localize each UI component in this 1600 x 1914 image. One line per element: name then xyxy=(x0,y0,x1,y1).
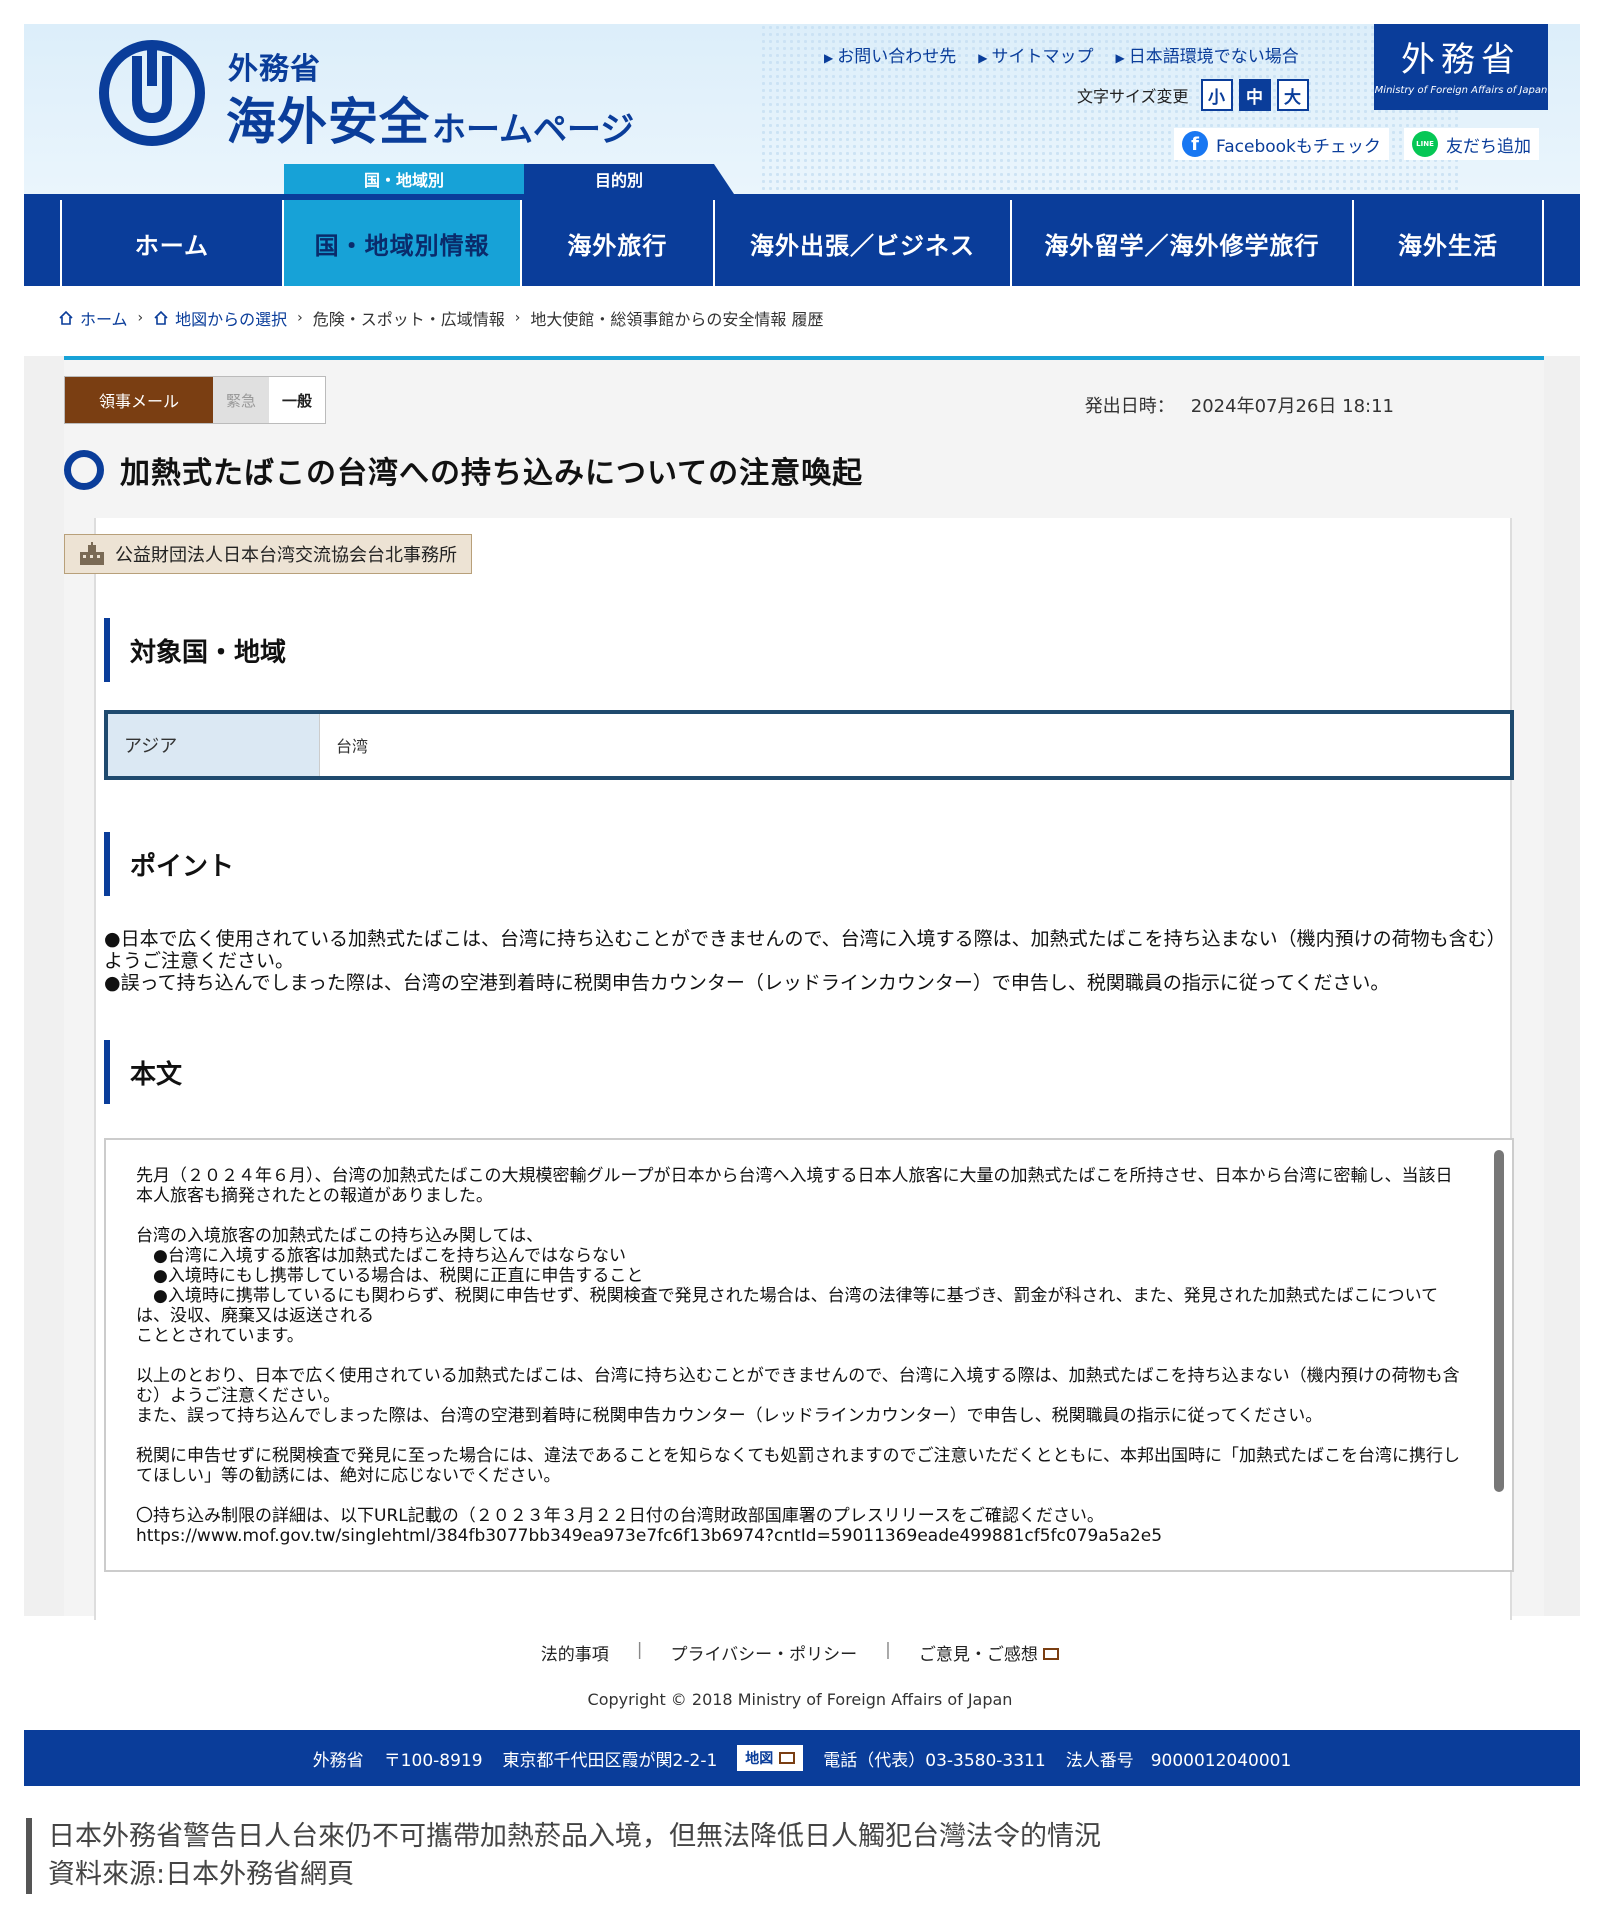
breadcrumb: ホーム › 地図からの選択 › 危険・スポット・広域情報 › 地大使館・総領事館… xyxy=(58,306,823,330)
breadcrumb-map-select[interactable]: 地図からの選択 xyxy=(153,306,287,330)
issued-value: 2024年07月26日 18:11 xyxy=(1190,396,1394,417)
nav-item-study-abroad[interactable]: 海外留学／海外修学旅行 xyxy=(1010,200,1351,286)
font-size-large-button[interactable]: 大 xyxy=(1276,79,1309,111)
address-street: 東京都千代田区霞が関2-2-1 xyxy=(502,1750,718,1771)
nav-item-home[interactable]: ホーム xyxy=(59,200,282,286)
site-logo-icon[interactable] xyxy=(97,38,207,148)
point-item: ●日本で広く使用されている加熱式たばこは、台湾に持ち込むことができませんので、台… xyxy=(104,928,1497,972)
mofa-logo[interactable]: 外務省 Ministry of Foreign Affairs of Japan xyxy=(1374,24,1548,110)
breadcrumb-current: 地大使館・総領事館からの安全情報 履歴 xyxy=(530,310,824,329)
map-button-label: 地図 xyxy=(745,1751,774,1767)
region-key: アジア xyxy=(108,714,320,776)
breadcrumb-danger-info[interactable]: 危険・スポット・広域情報 xyxy=(313,306,505,330)
main-nav: ホーム 国・地域別情報 海外旅行 海外出張／ビジネス 海外留学／海外修学旅行 海… xyxy=(24,194,1580,286)
facebook-icon: f xyxy=(1182,131,1208,157)
footer-separator: | xyxy=(636,1640,643,1660)
body-scrollbar[interactable] xyxy=(1494,1150,1504,1492)
breadcrumb-home-label: ホーム xyxy=(80,310,128,329)
section-heading-points: ポイント xyxy=(104,832,234,896)
body-text: 先月（２０２４年６月）、台湾の加熱式たばこの大規模密輸グループが日本から台湾へ入… xyxy=(136,1166,1460,1546)
logo-title[interactable]: 海外安全 xyxy=(226,82,430,154)
caption-line-1: 日本外務省警告日人台來仍不可攜帶加熱菸品入境，但無法降低日人觸犯台灣法令的情況 xyxy=(48,1821,1101,1852)
mofa-logo-english: Ministry of Foreign Affairs of Japan xyxy=(1374,85,1548,96)
font-size-label: 文字サイズ変更 xyxy=(1077,87,1189,106)
nav-spacer-left xyxy=(24,200,60,286)
body-text-box[interactable]: 先月（２０２４年６月）、台湾の加熱式たばこの大規模密輸グループが日本から台湾へ入… xyxy=(104,1138,1514,1572)
building-icon xyxy=(80,542,104,565)
address-org: 外務省 xyxy=(312,1750,364,1771)
category-tab-purpose[interactable]: 目的別 xyxy=(524,164,734,194)
points-list: ●日本で広く使用されている加熱式たばこは、台湾に持ち込むことができませんので、台… xyxy=(104,928,1504,994)
ring-bullet-icon xyxy=(64,450,104,490)
chevron-right-icon: ▶ xyxy=(824,51,834,65)
section-heading-region: 対象国・地域 xyxy=(104,618,286,682)
facebook-link[interactable]: f Facebookもチェック xyxy=(1174,128,1389,160)
contact-link-label: お問い合わせ先 xyxy=(837,47,957,67)
non-japanese-env-link[interactable]: ▶ 日本語環境でない場合 xyxy=(1115,42,1298,67)
line-label: 友だち追加 xyxy=(1446,136,1531,157)
footer-feedback-label: ご意見・ご感想 xyxy=(918,1645,1038,1665)
logo-subtitle: ホームページ xyxy=(432,110,635,150)
copyright: Copyright © 2018 Ministry of Foreign Aff… xyxy=(587,1690,1013,1709)
section-heading-body: 本文 xyxy=(104,1040,182,1104)
address-corp-number: 法人番号 9000012040001 xyxy=(1065,1750,1292,1771)
font-size-medium-button[interactable]: 中 xyxy=(1238,79,1271,111)
mofa-logo-kanji: 外務省 xyxy=(1401,40,1521,80)
nav-item-overseas-life[interactable]: 海外生活 xyxy=(1351,200,1545,286)
home-icon xyxy=(59,310,73,325)
region-table: アジア 台湾 xyxy=(104,710,1514,780)
nav-item-business[interactable]: 海外出張／ビジネス xyxy=(712,200,1011,286)
external-window-icon xyxy=(779,1752,796,1764)
line-add-friend-link[interactable]: LINE 友だち追加 xyxy=(1404,128,1539,160)
article-card: 領事メール 緊急 一般 発出日時： 2024年07月26日 18:11 加熱式たば… xyxy=(64,356,1544,1620)
breadcrumb-separator: › xyxy=(137,310,144,326)
line-icon: LINE xyxy=(1412,131,1438,157)
article-tags: 領事メール 緊急 一般 xyxy=(64,376,326,424)
nav-spacer-right xyxy=(1544,200,1580,286)
chevron-right-icon: ▶ xyxy=(978,51,988,65)
image-caption: 日本外務省警告日人台來仍不可攜帶加熱菸品入境，但無法降低日人觸犯台灣法令的情況 … xyxy=(26,1818,1101,1894)
footer-separator: | xyxy=(885,1640,891,1660)
caption-source: 資料來源:日本外務省網頁 xyxy=(48,1859,355,1890)
organization-name: 公益財団法人日本台湾交流協会台北事務所 xyxy=(115,545,457,566)
category-tab-country[interactable]: 国・地域別 xyxy=(284,164,524,194)
home-icon xyxy=(154,310,168,325)
map-button[interactable]: 地図 xyxy=(737,1745,804,1771)
footer-legal-link[interactable]: 法的事項 xyxy=(541,1640,609,1665)
external-window-icon xyxy=(1043,1648,1060,1660)
issued-label: 発出日時： xyxy=(1084,396,1175,417)
point-item: ●誤って持ち込んでしまった際は、台湾の空港到着時に税関申告カウンター（レッドライ… xyxy=(104,972,1390,994)
content-area: 領事メール 緊急 一般 発出日時： 2024年07月26日 18:11 加熱式たば… xyxy=(24,356,1580,1620)
nav-item-country-info[interactable]: 国・地域別情報 xyxy=(282,200,521,286)
sitemap-link-label: サイトマップ xyxy=(991,47,1094,67)
region-value: 台湾 xyxy=(320,714,1510,776)
sitemap-link[interactable]: ▶ サイトマップ xyxy=(978,42,1093,67)
non-japanese-env-label: 日本語環境でない場合 xyxy=(1128,47,1299,67)
breadcrumb-map-select-label: 地図からの選択 xyxy=(175,310,288,329)
site-header: 外務省 海外安全 ホームページ ▶ お問い合わせ先 ▶ サイトマップ ▶ 日本語環境で… xyxy=(24,24,1580,194)
breadcrumb-separator: › xyxy=(514,310,521,326)
footer-links: 法的事項 | プライバシー・ポリシー | ご意見・ご感想 xyxy=(0,1640,1600,1665)
page-title: 加熱式たばこの台湾への持ち込みについての注意喚起 xyxy=(120,456,864,491)
breadcrumb-separator: › xyxy=(297,310,303,326)
article-title-row: 加熱式たばこの台湾への持ち込みについての注意喚起 xyxy=(64,448,863,492)
footer-feedback-link[interactable]: ご意見・ご感想 xyxy=(918,1640,1060,1665)
nav-item-overseas-travel[interactable]: 海外旅行 xyxy=(520,200,713,286)
utility-links: ▶ お問い合わせ先 ▶ サイトマップ ▶ 日本語環境でない場合 xyxy=(824,42,1299,67)
font-size-switcher: 文字サイズ変更 小 中 大 xyxy=(1077,79,1309,111)
address-phone: 電話（代表）03-3580-3311 xyxy=(823,1750,1046,1771)
footer-privacy-link[interactable]: プライバシー・ポリシー xyxy=(670,1640,857,1665)
facebook-label: Facebookもチェック xyxy=(1216,136,1381,157)
contact-link[interactable]: ▶ お問い合わせ先 xyxy=(824,42,956,67)
address-bar: 外務省 〒100-8919 東京都千代田区霞が関2-2-1 地図 電話（代表）0… xyxy=(24,1730,1580,1786)
issued-datetime: 発出日時： 2024年07月26日 18:11 xyxy=(1085,392,1394,418)
tag-consular-mail: 領事メール xyxy=(65,377,213,423)
address-postal: 〒100-8919 xyxy=(383,1750,483,1771)
font-size-small-button[interactable]: 小 xyxy=(1200,79,1233,111)
breadcrumb-home[interactable]: ホーム xyxy=(58,306,128,330)
tag-urgent: 緊急 xyxy=(213,377,269,423)
tag-general: 一般 xyxy=(269,377,325,423)
organization-badge: 公益財団法人日本台湾交流協会台北事務所 xyxy=(64,534,472,574)
chevron-right-icon: ▶ xyxy=(1115,51,1125,65)
